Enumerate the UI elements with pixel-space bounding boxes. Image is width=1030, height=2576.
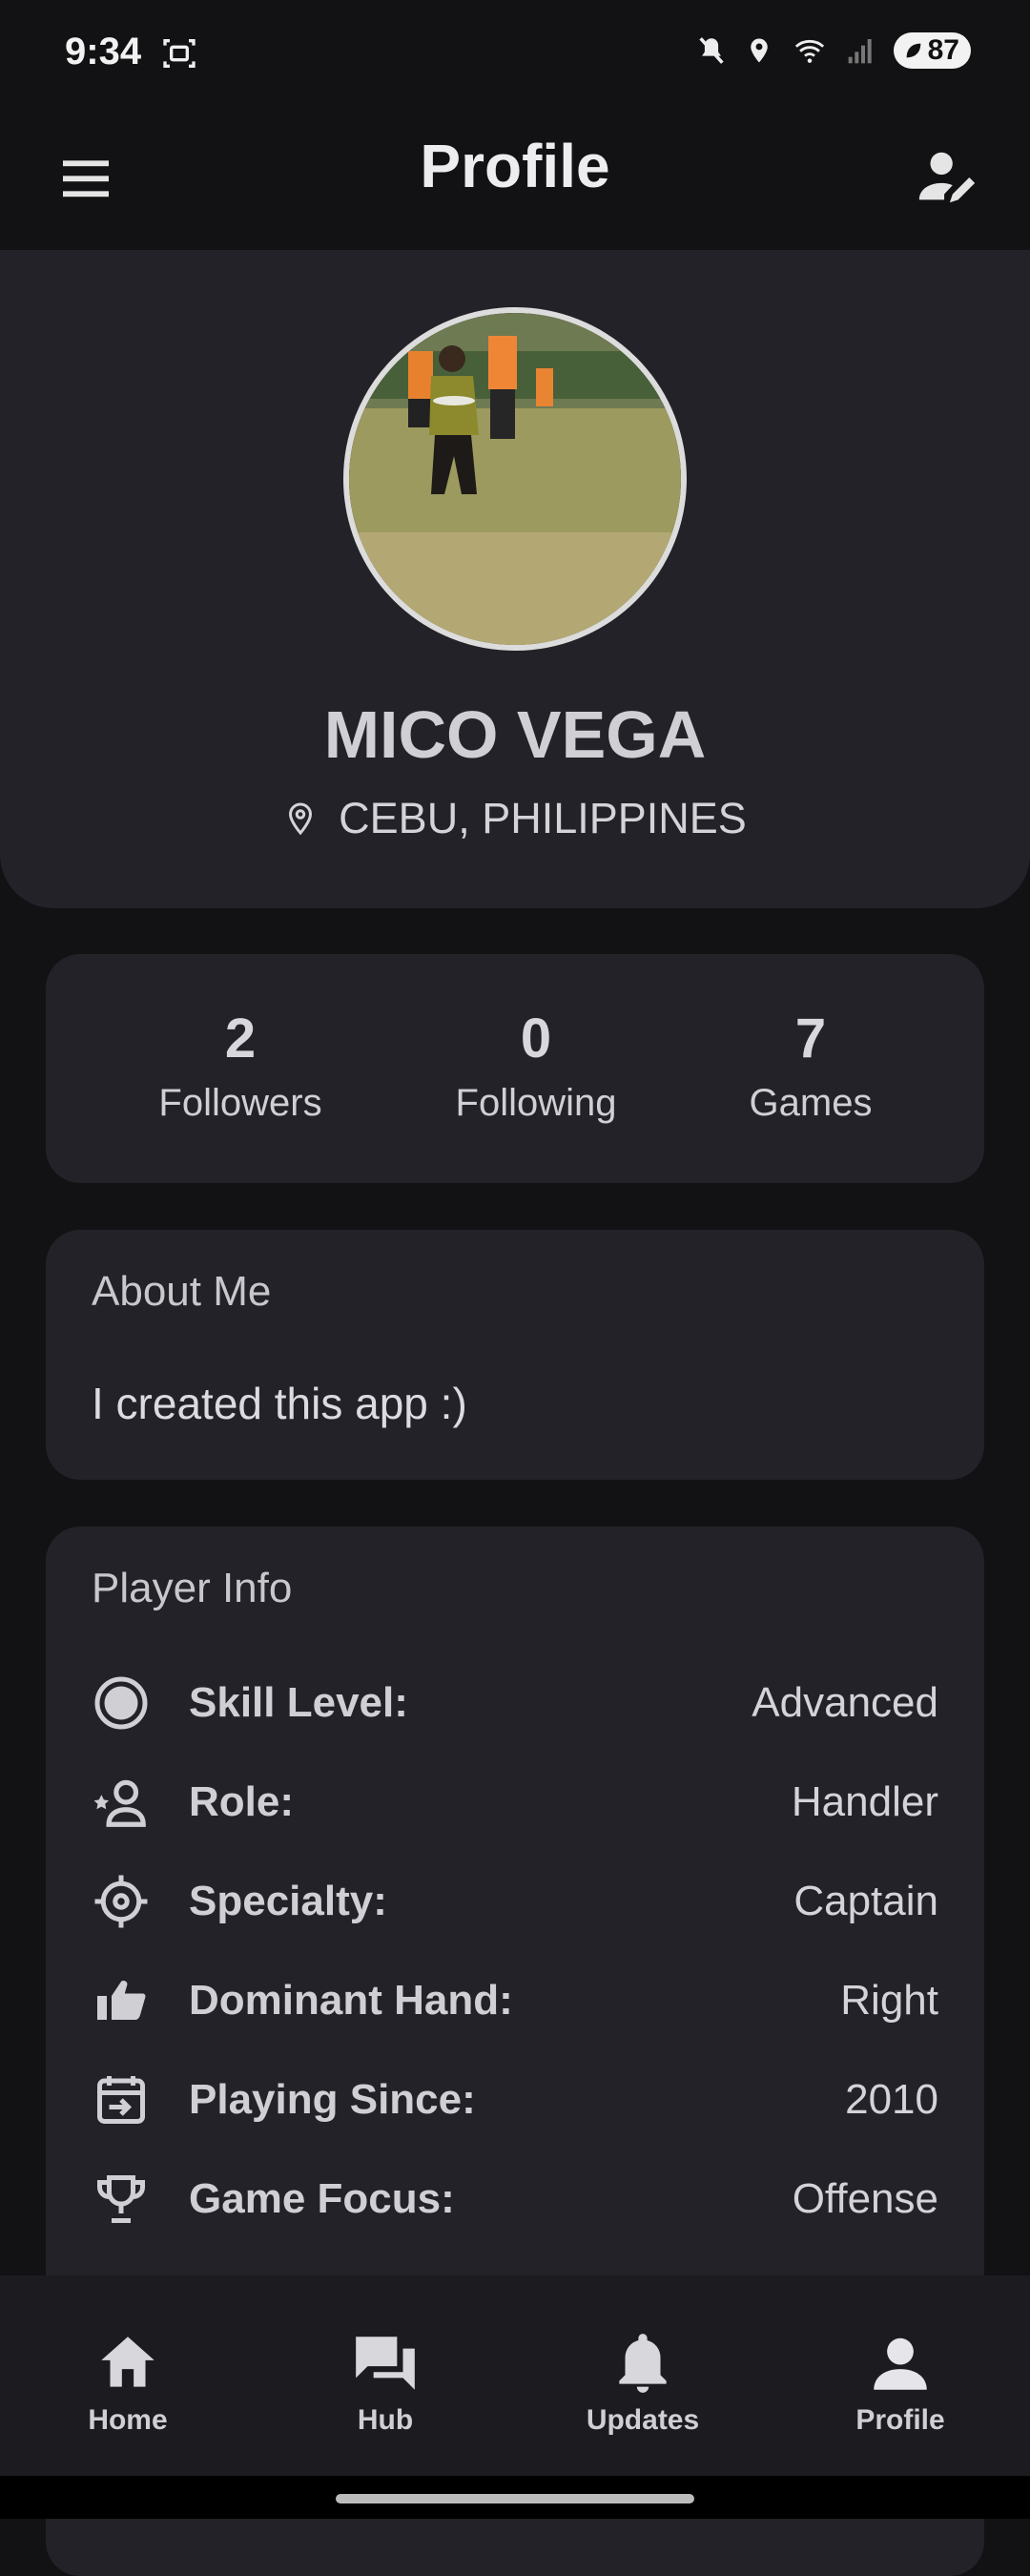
profile-name: MICO VEGA — [323, 697, 707, 772]
skill-level-icon — [92, 1673, 151, 1733]
nav-updates[interactable]: Updates — [547, 2328, 738, 2437]
following-label: Following — [455, 1082, 617, 1124]
location-text: CEBU, PHILIPPINES — [339, 794, 747, 842]
dominant-hand-value: Right — [840, 1977, 938, 2024]
battery-saver-icon — [906, 43, 920, 58]
battery-indicator: 87 — [893, 32, 971, 69]
role-value: Handler — [791, 1778, 938, 1825]
nav-profile[interactable]: Profile — [805, 2328, 996, 2437]
home-indicator[interactable] — [336, 2494, 694, 2503]
skill-level-label: Skill Level: — [189, 1679, 408, 1726]
home-icon — [101, 2337, 154, 2387]
edit-profile-icon[interactable] — [914, 144, 980, 211]
person-icon — [874, 2337, 927, 2390]
status-time: 9:34 — [65, 31, 142, 73]
nav-hub-label: Hub — [357, 2404, 414, 2436]
thumb-hand-icon — [92, 1971, 151, 2030]
followers-count: 2 — [224, 1008, 257, 1070]
calendar-icon — [92, 2070, 151, 2129]
following-stat[interactable]: 0 Following — [412, 1007, 660, 1125]
specialty-label: Specialty: — [189, 1878, 387, 1924]
games-count: 7 — [794, 1008, 827, 1070]
signal-icon — [848, 39, 872, 64]
role-row: Role: Handler — [92, 1764, 938, 1840]
game-focus-label: Game Focus: — [189, 2175, 455, 2222]
playing-since-label: Playing Since: — [189, 2076, 476, 2123]
location: CEBU, PHILIPPINES — [0, 794, 1030, 843]
dominant-hand-row: Dominant Hand: Right — [92, 1963, 938, 2039]
screenshot-icon — [163, 39, 196, 68]
app-bar: Profile — [0, 110, 1030, 248]
about-title: About Me — [92, 1268, 272, 1315]
role-label: Role: — [189, 1778, 294, 1825]
games-label: Games — [749, 1082, 873, 1124]
followers-label: Followers — [158, 1082, 322, 1124]
status-bar: 9:34 87 — [0, 0, 1030, 110]
bell-icon — [619, 2334, 667, 2393]
games-stat[interactable]: 7 Games — [687, 1007, 935, 1125]
bottom-navigation: Home Hub Updates Profile — [0, 2275, 1030, 2476]
game-focus-row: Game Focus: Offense — [92, 2161, 938, 2237]
mute-icon — [698, 37, 724, 64]
playing-since-value: 2010 — [845, 2076, 938, 2123]
nav-home[interactable]: Home — [32, 2328, 223, 2437]
avatar-photo — [349, 313, 681, 645]
location-pin-icon — [289, 802, 313, 836]
skill-level-value: Advanced — [752, 1679, 938, 1726]
skill-level-row: Skill Level: Advanced — [92, 1665, 938, 1741]
player-info-title: Player Info — [92, 1565, 293, 1611]
role-icon — [92, 1773, 151, 1832]
crosshair-icon — [92, 1872, 151, 1931]
following-count: 0 — [520, 1008, 552, 1070]
status-icons: 87 — [695, 32, 971, 69]
specialty-value: Captain — [793, 1878, 938, 1924]
followers-stat[interactable]: 2 Followers — [116, 1007, 364, 1125]
page-title: Profile — [420, 132, 610, 200]
nav-home-label: Home — [88, 2404, 168, 2436]
avatar[interactable] — [343, 307, 687, 651]
playing-since-row: Playing Since: 2010 — [92, 2062, 938, 2138]
trophy-icon — [92, 2170, 151, 2229]
about-card: About Me I created this app :) — [46, 1230, 984, 1480]
stats-card: 2 Followers 0 Following 7 Games — [46, 954, 984, 1183]
specialty-row: Specialty: Captain — [92, 1863, 938, 1940]
chat-icon — [356, 2337, 415, 2390]
nav-hub[interactable]: Hub — [290, 2328, 481, 2437]
nav-profile-label: Profile — [855, 2404, 945, 2436]
game-focus-value: Offense — [792, 2175, 938, 2222]
nav-updates-label: Updates — [586, 2404, 700, 2436]
profile-header: MICO VEGA CEBU, PHILIPPINES — [0, 250, 1030, 908]
dominant-hand-label: Dominant Hand: — [189, 1977, 513, 2024]
wifi-icon — [794, 39, 824, 63]
about-text: I created this app :) — [92, 1379, 467, 1428]
location-icon — [750, 38, 768, 63]
battery-level: 87 — [927, 34, 959, 66]
